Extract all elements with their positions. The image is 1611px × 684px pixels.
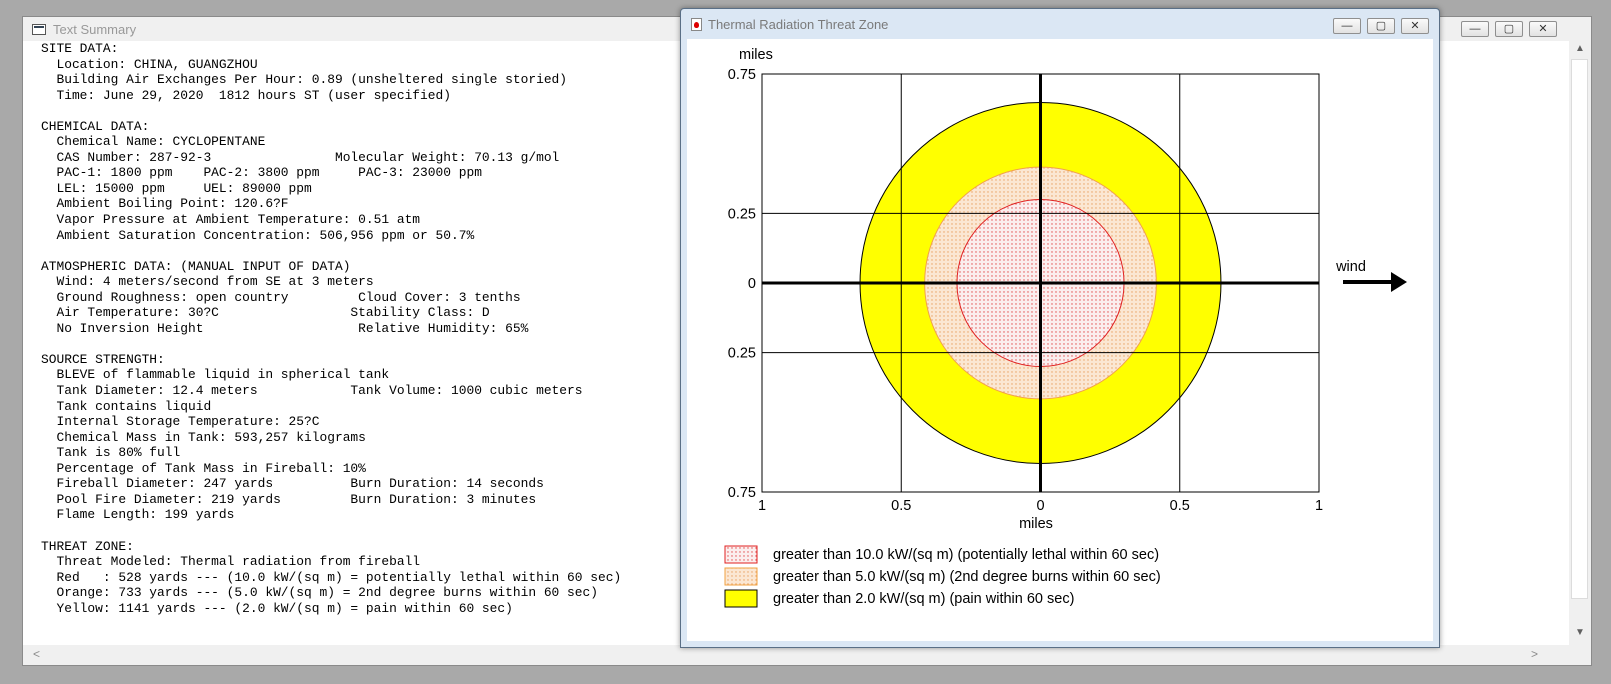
maximize-button[interactable]: ▢: [1367, 18, 1395, 34]
summary-line: Ambient Saturation Concentration: 506,95…: [41, 227, 475, 243]
threat-zone-window: Thermal Radiation Threat Zone — ▢ ✕ 1 0.…: [680, 8, 1440, 648]
threat-zone-title: Thermal Radiation Threat Zone: [708, 16, 889, 32]
scroll-right-icon[interactable]: >: [1531, 647, 1538, 661]
vertical-scroll-thumb[interactable]: [1571, 59, 1588, 599]
wind-arrow-icon: [1391, 272, 1407, 292]
summary-line: Building Air Exchanges Per Hour: 0.89 (u…: [41, 72, 568, 88]
close-icon: ✕: [1410, 19, 1420, 32]
legend-label: greater than 2.0 kW/(sq m) (pain within …: [773, 591, 1074, 607]
wind-label: wind: [1335, 259, 1366, 275]
legend-label: greater than 10.0 kW/(sq m) (potentially…: [773, 547, 1159, 563]
text-document-icon: [32, 23, 46, 35]
x-tick-label: 0: [1036, 498, 1044, 514]
x-tick-label: 1: [1315, 498, 1323, 514]
summary-line: Wind: 4 meters/second from SE at 3 meter…: [41, 274, 374, 290]
minimize-icon: —: [1469, 22, 1481, 35]
minimize-button[interactable]: —: [1461, 21, 1489, 37]
text-summary-title: Text Summary: [53, 21, 137, 37]
x-tick-label: 0.5: [891, 498, 911, 514]
wind-indicator: wind: [1335, 259, 1407, 292]
close-button[interactable]: ✕: [1529, 21, 1557, 37]
summary-line: Tank contains liquid: [41, 398, 212, 414]
minimize-icon: —: [1341, 19, 1353, 32]
legend-swatch: [724, 545, 758, 564]
legend-label: greater than 5.0 kW/(sq m) (2nd degree b…: [773, 569, 1161, 585]
legend-swatch: [724, 589, 758, 608]
close-icon: ✕: [1538, 22, 1548, 35]
summary-blank-line: [41, 243, 621, 259]
summary-line: Location: CHINA, GUANGZHOU: [41, 56, 258, 72]
summary-line: Tank is 80% full: [41, 445, 181, 461]
summary-line: Chemical Name: CYCLOPENTANE: [41, 134, 266, 150]
y-tick-label: 0.75: [728, 67, 756, 83]
y-tick-label: 0.25: [728, 346, 756, 362]
maximize-icon: ▢: [1503, 22, 1515, 35]
threat-zone-plot-area: 1 0.5 0 0.5 1 0.75 0.25 0 0.25 0.75 miles miles w…: [687, 39, 1433, 641]
summary-line: Ambient Boiling Point: 120.6?F: [41, 196, 289, 212]
summary-line: Vapor Pressure at Ambient Temperature: 0…: [41, 212, 421, 228]
summary-line: SOURCE STRENGTH:: [41, 351, 165, 367]
vertical-scrollbar[interactable]: ▲ ▼: [1569, 41, 1591, 647]
y-axis-label: miles: [739, 47, 773, 63]
summary-blank-line: [41, 336, 621, 352]
y-tick-label: 0.75: [728, 485, 756, 501]
horizontal-scrollbar[interactable]: < >: [23, 645, 1571, 665]
threat-zone-titlebar[interactable]: Thermal Radiation Threat Zone — ▢ ✕: [681, 9, 1439, 39]
summary-line: Time: June 29, 2020 1812 hours ST (user …: [41, 87, 451, 103]
scroll-up-icon[interactable]: ▲: [1569, 43, 1591, 54]
summary-line: Internal Storage Temperature: 25?C: [41, 414, 320, 430]
fire-document-icon: [691, 17, 702, 31]
summary-line: Air Temperature: 30?C Stability Class: D: [41, 305, 490, 321]
summary-line: Flame Length: 199 yards: [41, 507, 235, 523]
summary-line: Pool Fire Diameter: 219 yards Burn Durat…: [41, 491, 537, 507]
summary-blank-line: [41, 523, 621, 539]
summary-text: SITE DATA: Location: CHINA, GUANGZHOU Bu…: [41, 41, 621, 616]
summary-line: PAC-1: 1800 ppm PAC-2: 3800 ppm PAC-3: 2…: [41, 165, 482, 181]
summary-line: Orange: 733 yards --- (5.0 kW/(sq m) = 2…: [41, 585, 598, 601]
summary-blank-line: [41, 103, 621, 119]
summary-line: Fireball Diameter: 247 yards Burn Durati…: [41, 476, 544, 492]
summary-line: Chemical Mass in Tank: 593,257 kilograms: [41, 429, 366, 445]
x-tick-label: 1: [758, 498, 766, 514]
summary-line: ATMOSPHERIC DATA: (MANUAL INPUT OF DATA): [41, 258, 351, 274]
summary-line: Tank Diameter: 12.4 meters Tank Volume: …: [41, 383, 583, 399]
maximize-icon: ▢: [1375, 19, 1387, 32]
scroll-left-icon[interactable]: <: [33, 647, 40, 661]
summary-line: SITE DATA:: [41, 41, 119, 56]
scroll-down-icon[interactable]: ▼: [1569, 627, 1591, 638]
x-tick-label: 0.5: [1170, 498, 1190, 514]
summary-line: Percentage of Tank Mass in Fireball: 10%: [41, 460, 366, 476]
summary-line: Red : 528 yards --- (10.0 kW/(sq m) = po…: [41, 569, 622, 585]
summary-line: CHEMICAL DATA:: [41, 118, 150, 134]
close-button[interactable]: ✕: [1401, 18, 1429, 34]
y-tick-label: 0.25: [728, 206, 756, 222]
maximize-button[interactable]: ▢: [1495, 21, 1523, 37]
x-axis-label: miles: [1019, 516, 1053, 532]
y-tick-label: 0: [748, 276, 756, 292]
summary-line: BLEVE of flammable liquid in spherical t…: [41, 367, 390, 383]
threat-zone-chart: 1 0.5 0 0.5 10.750.2500.250.75 miles miles w…: [724, 47, 1407, 608]
summary-line: CAS Number: 287-92-3 Molecular Weight: 7…: [41, 149, 560, 165]
summary-line: Yellow: 1141 yards --- (2.0 kW/(sq m) = …: [41, 600, 513, 616]
summary-line: THREAT ZONE:: [41, 538, 134, 554]
summary-line: Threat Modeled: Thermal radiation from f…: [41, 554, 421, 570]
minimize-button[interactable]: —: [1333, 18, 1361, 34]
summary-line: Ground Roughness: open country Cloud Cov…: [41, 289, 521, 305]
summary-line: LEL: 15000 ppm UEL: 89000 ppm: [41, 180, 312, 196]
legend-swatch: [724, 567, 758, 586]
summary-line: No Inversion Height Relative Humidity: 6…: [41, 320, 529, 336]
